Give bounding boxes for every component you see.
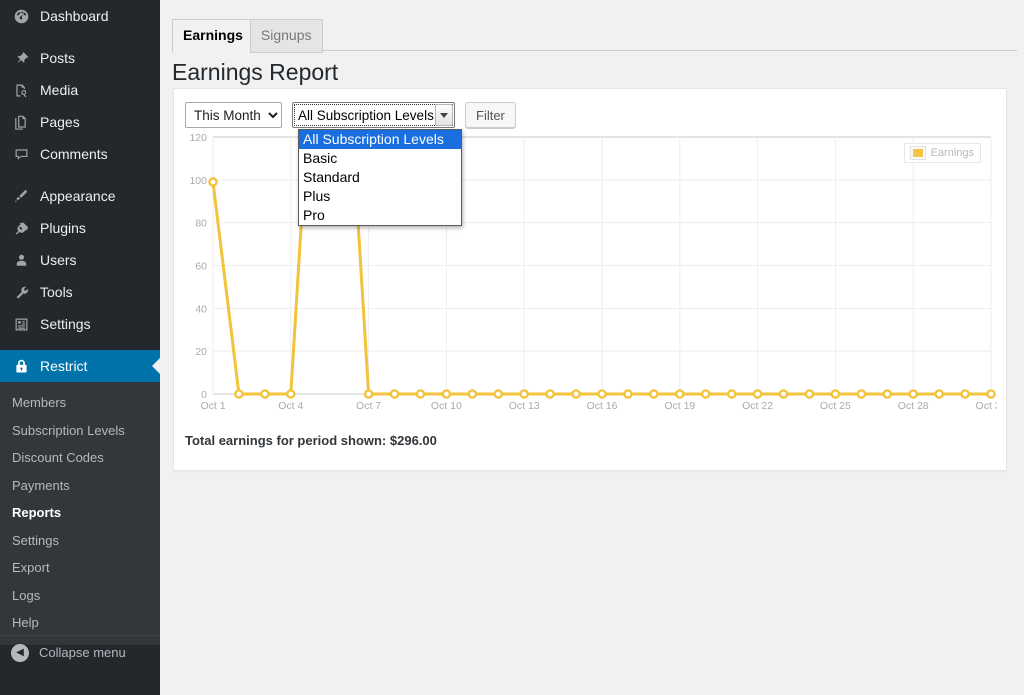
dropdown-option-plus[interactable]: Plus — [299, 187, 461, 206]
sidebar-item-posts[interactable]: Posts — [0, 42, 160, 74]
tab-signups[interactable]: Signups — [249, 19, 323, 53]
sidebar-subitem-payments[interactable]: Payments — [0, 472, 160, 500]
svg-text:80: 80 — [195, 218, 207, 230]
dropdown-option-all-subscription-levels[interactable]: All Subscription Levels — [299, 130, 461, 149]
collapse-menu-label: Collapse menu — [39, 645, 126, 660]
sidebar-item-label: Users — [40, 252, 77, 268]
users-icon — [11, 250, 31, 270]
sidebar-item-media[interactable]: Media — [0, 74, 160, 106]
sidebar-item-label: Posts — [40, 50, 76, 66]
admin-page: Dashboard Posts Media Pages Comments Appearan… — [0, 0, 1024, 695]
sidebar-item-label: Restrict — [40, 358, 88, 374]
svg-text:100: 100 — [189, 175, 207, 187]
sidebar-subitem-discount-codes[interactable]: Discount Codes — [0, 444, 160, 472]
pages-icon — [11, 112, 31, 132]
sidebar-separator — [0, 170, 160, 180]
admin-sidebar: Dashboard Posts Media Pages Comments Appearan… — [0, 0, 160, 695]
svg-text:Oct 7: Oct 7 — [356, 400, 381, 412]
sidebar-item-label: Plugins — [40, 220, 86, 236]
sidebar-subitem-subscription-levels[interactable]: Subscription Levels — [0, 417, 160, 445]
sidebar-item-label: Media — [40, 82, 79, 98]
sidebar-item-label: Appearance — [40, 188, 116, 204]
sidebar-separator — [0, 340, 160, 350]
svg-text:Oct 31: Oct 31 — [976, 400, 997, 412]
filter-bar: TodayYesterdayThis WeekLast WeekThis Mon… — [185, 102, 516, 128]
total-earnings-text: Total earnings for period shown: $296.00 — [185, 433, 437, 448]
appearance-icon — [11, 186, 31, 206]
svg-text:20: 20 — [195, 346, 207, 358]
dashboard-icon — [11, 6, 31, 26]
svg-text:Oct 19: Oct 19 — [664, 400, 695, 412]
plugins-icon — [11, 218, 31, 238]
subscription-level-value: All Subscription Levels — [298, 107, 434, 123]
svg-text:120: 120 — [189, 132, 207, 144]
report-tabs: Earnings Signups — [172, 18, 1017, 53]
comments-icon — [11, 144, 31, 164]
media-icon — [11, 80, 31, 100]
pin-icon — [11, 48, 31, 68]
current-menu-pointer — [152, 358, 160, 374]
period-select[interactable]: TodayYesterdayThis WeekLast WeekThis Mon… — [185, 102, 282, 128]
tab-earnings[interactable]: Earnings — [172, 19, 254, 53]
sidebar-item-label: Settings — [40, 316, 91, 332]
svg-text:60: 60 — [195, 261, 207, 273]
sidebar-item-label: Comments — [40, 146, 108, 162]
legend-swatch-earnings — [909, 146, 926, 160]
chevron-down-icon — [435, 104, 453, 126]
sidebar-item-users[interactable]: Users — [0, 244, 160, 276]
lock-icon — [11, 356, 31, 376]
svg-text:40: 40 — [195, 303, 207, 315]
settings-icon — [11, 314, 31, 334]
sidebar-item-pages[interactable]: Pages — [0, 106, 160, 138]
sidebar-subitem-settings[interactable]: Settings — [0, 527, 160, 555]
sidebar-item-dashboard[interactable]: Dashboard — [0, 0, 160, 32]
sidebar-subitem-export[interactable]: Export — [0, 554, 160, 582]
main-content: EarningsSignups Earnings Report TodayYes… — [160, 0, 1024, 695]
sidebar-subitem-members[interactable]: Members — [0, 389, 160, 417]
svg-text:Oct 28: Oct 28 — [898, 400, 929, 412]
svg-text:Oct 22: Oct 22 — [742, 400, 773, 412]
sidebar-submenu: Members Subscription Levels Discount Codes… — [0, 382, 160, 645]
svg-text:Oct 25: Oct 25 — [820, 400, 851, 412]
svg-text:Oct 1: Oct 1 — [200, 400, 225, 412]
chevron-left-circle-icon: ◀ — [11, 643, 29, 662]
svg-text:Oct 4: Oct 4 — [278, 400, 303, 412]
dropdown-option-basic[interactable]: Basic — [299, 149, 461, 168]
sidebar-item-comments[interactable]: Comments — [0, 138, 160, 170]
sidebar-separator — [0, 32, 160, 42]
dropdown-option-standard[interactable]: Standard — [299, 168, 461, 187]
earnings-report-panel: TodayYesterdayThis WeekLast WeekThis Mon… — [173, 88, 1007, 471]
svg-text:Oct 13: Oct 13 — [509, 400, 540, 412]
sidebar-item-appearance[interactable]: Appearance — [0, 180, 160, 212]
sidebar-item-settings[interactable]: Settings — [0, 308, 160, 340]
svg-text:Oct 10: Oct 10 — [431, 400, 462, 412]
sidebar-item-label: Tools — [40, 284, 73, 300]
chart-legend: Earnings — [903, 143, 981, 163]
legend-label-earnings: Earnings — [930, 147, 974, 159]
sidebar-subitem-help[interactable]: Help — [0, 609, 160, 637]
subscription-level-dropdown-list[interactable]: All Subscription Levels Basic Standard Plus… — [298, 129, 462, 226]
sidebar-subitem-reports[interactable]: Reports — [0, 499, 160, 527]
sidebar-item-label: Pages — [40, 114, 80, 130]
sidebar-item-restrict[interactable]: Restrict — [0, 350, 160, 382]
sidebar-main-menu: Dashboard Posts Media Pages Comments Appearan… — [0, 0, 160, 350]
sidebar-item-label: Dashboard — [40, 8, 109, 24]
sidebar-item-plugins[interactable]: Plugins — [0, 212, 160, 244]
svg-text:Oct 16: Oct 16 — [587, 400, 618, 412]
sidebar-subitem-logs[interactable]: Logs — [0, 582, 160, 610]
subscription-level-select[interactable]: All Subscription Levels — [292, 102, 455, 128]
collapse-menu-button[interactable]: ◀ Collapse menu — [0, 635, 160, 669]
page-title: Earnings Report — [172, 59, 339, 85]
tools-icon — [11, 282, 31, 302]
sidebar-item-tools[interactable]: Tools — [0, 276, 160, 308]
filter-button[interactable]: Filter — [465, 102, 516, 128]
dropdown-option-pro[interactable]: Pro — [299, 206, 461, 225]
